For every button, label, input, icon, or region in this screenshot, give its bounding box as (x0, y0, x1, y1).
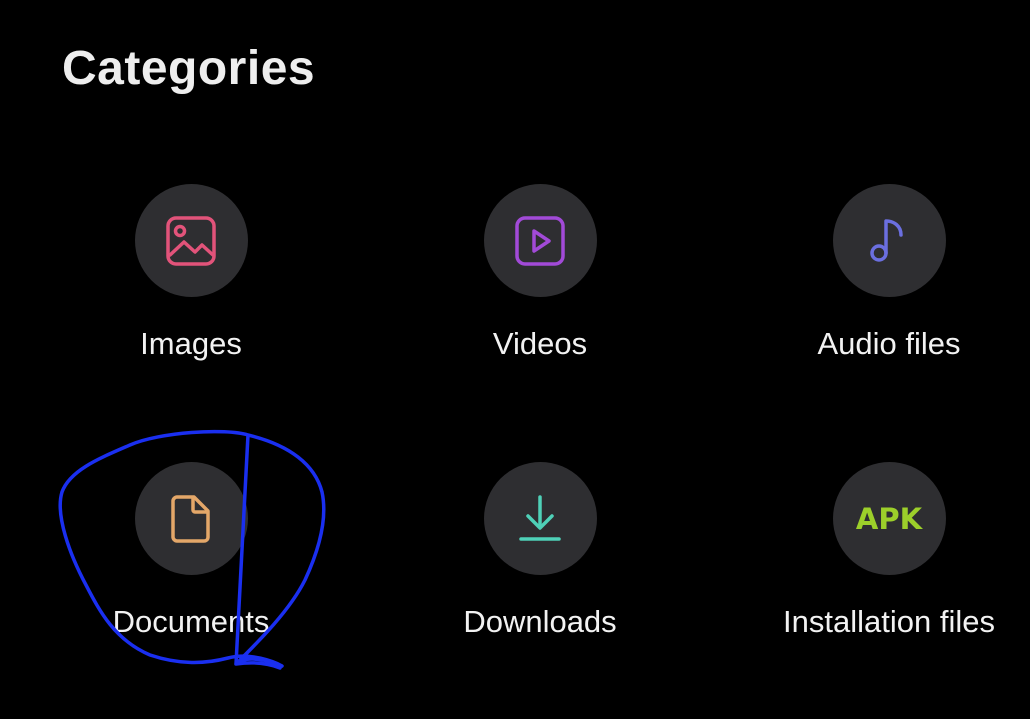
download-icon (519, 494, 561, 541)
category-installation-files[interactable]: APK Installation files (739, 462, 1030, 662)
category-videos[interactable]: Videos (390, 184, 690, 384)
documents-icon-circle[interactable] (134, 462, 248, 575)
category-label-installation-files: Installation files (783, 604, 995, 639)
apk-icon: APK (855, 501, 923, 536)
image-icon (166, 215, 216, 266)
video-play-icon (515, 215, 565, 266)
categories-grid: Images Videos Audio files Documents Down… (0, 0, 1030, 719)
installation-icon-circle[interactable]: APK (832, 462, 946, 575)
downloads-icon-circle[interactable] (483, 462, 597, 575)
category-downloads[interactable]: Downloads (390, 462, 690, 662)
category-label-videos: Videos (492, 326, 588, 361)
music-note-icon (870, 218, 903, 262)
category-label-audio-files: Audio files (817, 326, 961, 361)
images-icon-circle[interactable] (134, 184, 248, 297)
category-label-images: Images (140, 326, 242, 361)
audio-icon-circle[interactable] (832, 184, 946, 297)
category-audio-files[interactable]: Audio files (739, 184, 1030, 384)
videos-icon-circle[interactable] (483, 184, 597, 297)
category-documents[interactable]: Documents (41, 462, 341, 662)
document-icon (171, 494, 210, 543)
category-images[interactable]: Images (41, 184, 341, 384)
category-label-downloads: Downloads (463, 604, 617, 639)
category-label-documents: Documents (112, 604, 270, 639)
